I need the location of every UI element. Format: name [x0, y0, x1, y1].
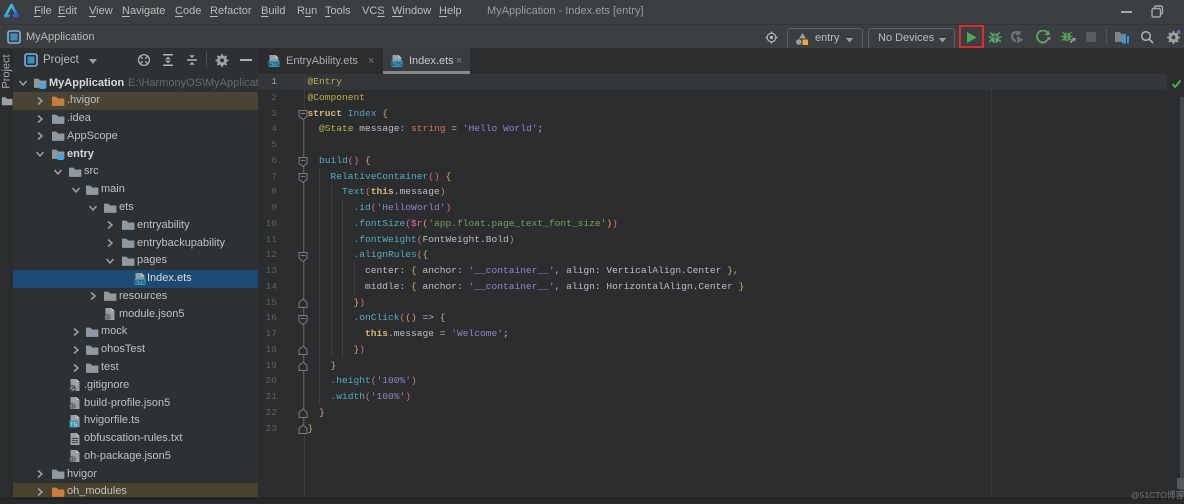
svg-text:TS: TS: [70, 422, 77, 428]
svg-text:@: @: [104, 315, 110, 321]
svg-text:ETS: ETS: [392, 62, 402, 68]
svg-text:@: @: [69, 404, 75, 410]
svg-text:@: @: [69, 458, 75, 464]
svg-text:ETS: ETS: [135, 279, 145, 285]
svg-text:ETS: ETS: [269, 62, 279, 68]
